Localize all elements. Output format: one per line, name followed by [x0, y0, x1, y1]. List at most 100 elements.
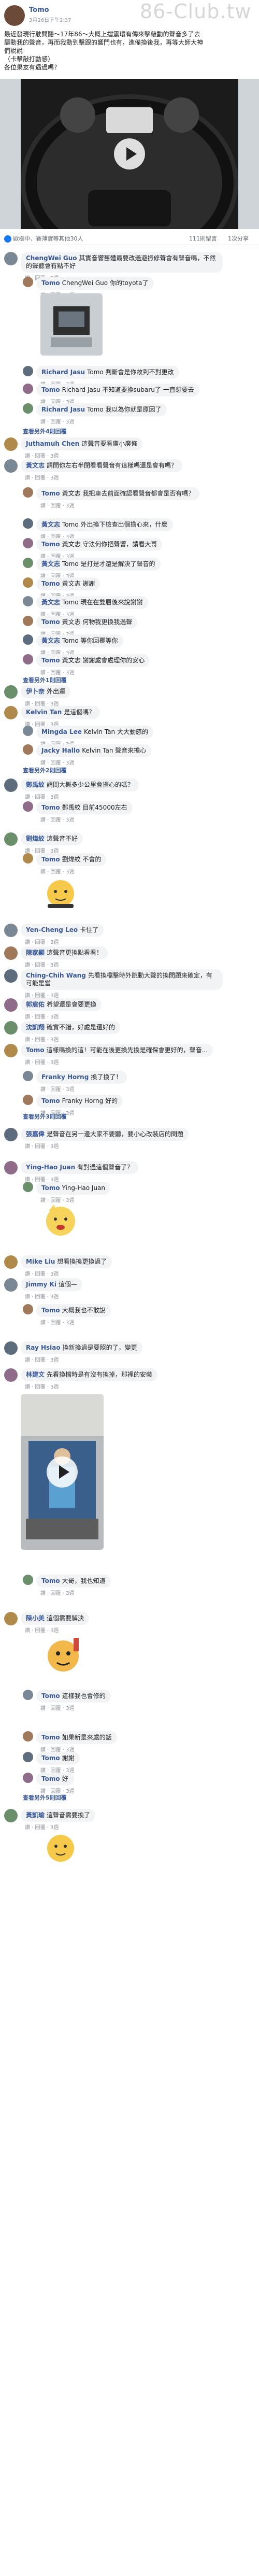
avatar[interactable]: [4, 832, 18, 846]
avatar[interactable]: [23, 1690, 33, 1700]
comment-actions[interactable]: 讚 · 回覆 · 3週: [21, 1035, 120, 1043]
comment-author[interactable]: Yen-Cheng Leo: [26, 926, 78, 933]
avatar[interactable]: [23, 538, 33, 548]
comment-author[interactable]: Tomo: [41, 1097, 60, 1105]
avatar[interactable]: [23, 1304, 33, 1314]
comment-author[interactable]: Jacky Hallo: [41, 747, 80, 754]
comment-actions[interactable]: 讚 · 回覆 · 3週: [21, 451, 142, 459]
comment-author[interactable]: 張嘉偉: [26, 1130, 45, 1138]
comment-author[interactable]: Tomo: [41, 1184, 60, 1192]
comment-author[interactable]: 劉煒紋: [26, 835, 45, 842]
comment-author[interactable]: 陳小美: [26, 1615, 45, 1622]
comment-author[interactable]: Richard Jasu: [41, 369, 85, 376]
comment-actions[interactable]: 讚 · 回覆 · 3週: [21, 473, 182, 481]
avatar[interactable]: [23, 403, 33, 414]
avatar[interactable]: [23, 277, 33, 287]
avatar[interactable]: [4, 706, 18, 719]
avatar[interactable]: [4, 1128, 18, 1141]
avatar[interactable]: [23, 1182, 33, 1192]
avatar[interactable]: [23, 487, 33, 498]
comment-author[interactable]: Tomo: [41, 1734, 60, 1741]
view-more-replies-link[interactable]: 查看另外1則回覆: [23, 676, 67, 684]
comment-author[interactable]: Tomo: [41, 279, 60, 287]
avatar[interactable]: [23, 853, 33, 864]
avatar[interactable]: [4, 1161, 18, 1174]
comment-author[interactable]: 郭宸佑: [26, 1001, 45, 1008]
comment-author[interactable]: Mike Liu: [26, 1258, 55, 1265]
comment-actions[interactable]: 讚 · 回覆 · 3週: [21, 1269, 112, 1277]
comment-actions[interactable]: 讚 · 回覆 · 3週: [21, 1012, 102, 1020]
comment-author[interactable]: Jimmy Ki: [26, 1281, 56, 1288]
comment-actions[interactable]: 讚 · 回覆 · 3週: [21, 1355, 142, 1363]
avatar[interactable]: [23, 366, 33, 376]
comment-author[interactable]: 伊卜奈: [26, 688, 45, 695]
play-button[interactable]: [47, 1456, 78, 1488]
avatar[interactable]: [23, 1752, 33, 1762]
avatar[interactable]: [23, 1773, 33, 1783]
comment-actions[interactable]: 讚 · 回覆 · 3週: [21, 1142, 189, 1150]
post-video[interactable]: [0, 79, 259, 229]
comment-author[interactable]: 黃文志: [41, 560, 60, 568]
comment-actions[interactable]: 讚 · 回覆 · 3週: [36, 501, 199, 509]
comment-author[interactable]: Ching-Chih Wang: [26, 972, 86, 979]
comment-actions[interactable]: 讚 · 回覆 · 3週: [21, 792, 139, 800]
comment-actions[interactable]: 讚 · 回覆 · 3週: [36, 1318, 111, 1326]
avatar[interactable]: [4, 459, 18, 473]
avatar[interactable]: [4, 1044, 18, 1057]
comment-author[interactable]: Mingda Lee: [41, 728, 82, 735]
comment-actions[interactable]: 讚 · 回覆 · 3週: [21, 1058, 213, 1066]
reaction-summary[interactable]: 歐樹中、賽薄實等其他30人: [4, 234, 83, 243]
comment-author[interactable]: 黃文志: [41, 521, 60, 528]
comment-author[interactable]: Tomo: [41, 1577, 60, 1584]
comment-author[interactable]: Franky Horng: [41, 1073, 89, 1081]
post-time[interactable]: 3月26日下午2:37: [29, 16, 71, 23]
comment-author[interactable]: Ray Hsiao: [26, 1344, 61, 1351]
avatar[interactable]: [4, 924, 18, 937]
comment-author[interactable]: Tomo: [41, 1307, 60, 1314]
avatar[interactable]: [23, 1071, 33, 1081]
avatar[interactable]: [23, 654, 33, 664]
comment-image[interactable]: [40, 293, 103, 356]
comment-author[interactable]: Tomo: [41, 541, 60, 548]
comment-author[interactable]: 黃文志: [41, 599, 60, 606]
comment-author[interactable]: 黃文志: [26, 462, 45, 469]
comment-actions[interactable]: 讚 · 回覆 · 3週: [36, 1589, 111, 1596]
view-more-replies-link[interactable]: 查看另外3則回覆: [23, 1112, 67, 1121]
comment-author[interactable]: 沈凱翔: [26, 1024, 45, 1031]
comment-author[interactable]: Tomo: [41, 804, 60, 811]
view-more-replies-link[interactable]: 查看另外2則回覆: [23, 766, 67, 774]
avatar[interactable]: [23, 1095, 33, 1105]
avatar[interactable]: [4, 946, 18, 960]
avatar[interactable]: [4, 1278, 18, 1292]
avatar[interactable]: [23, 596, 33, 606]
comment-author[interactable]: Tomo: [41, 657, 60, 664]
avatar[interactable]: [4, 1368, 18, 1382]
comment-count[interactable]: 111則留言: [189, 234, 217, 243]
comment-author[interactable]: Tomo: [41, 1775, 60, 1782]
avatar[interactable]: [23, 518, 33, 529]
comment-actions[interactable]: 讚 · 回覆 · 3週: [21, 1292, 82, 1300]
avatar[interactable]: [4, 252, 18, 265]
avatar[interactable]: [23, 1731, 33, 1742]
avatar[interactable]: [4, 5, 25, 26]
comment-actions[interactable]: 讚 · 回覆 · 3週: [21, 938, 104, 945]
comment-actions[interactable]: 讚 · 回覆 · 3週: [21, 960, 108, 968]
avatar[interactable]: [23, 577, 33, 588]
comment-author[interactable]: 黃凱瑜: [26, 1811, 45, 1819]
comment-actions[interactable]: 讚 · 回覆 · 3週: [36, 417, 167, 425]
avatar[interactable]: [4, 1809, 18, 1822]
avatar[interactable]: [4, 1341, 18, 1355]
comment-video[interactable]: [21, 1394, 104, 1550]
view-more-replies-link[interactable]: 查看另外4則回覆: [23, 427, 67, 435]
avatar[interactable]: [23, 726, 33, 736]
view-more-replies-link[interactable]: 查看另外5則回覆: [23, 1793, 67, 1802]
comment-author[interactable]: Juthamuh Chen: [26, 440, 79, 447]
avatar[interactable]: [4, 437, 18, 451]
comment-actions[interactable]: 讚 · 回覆 · 3週: [36, 758, 151, 766]
reaction-names[interactable]: 歐樹中、賽薄實等其他30人: [13, 235, 83, 242]
comment-actions[interactable]: 讚 · 回覆 · 3週: [36, 668, 150, 676]
avatar[interactable]: [23, 634, 33, 645]
comment-author[interactable]: Tomo: [26, 1046, 45, 1054]
comment-author[interactable]: Kelvin Tan: [26, 709, 62, 716]
avatar[interactable]: [4, 779, 18, 792]
